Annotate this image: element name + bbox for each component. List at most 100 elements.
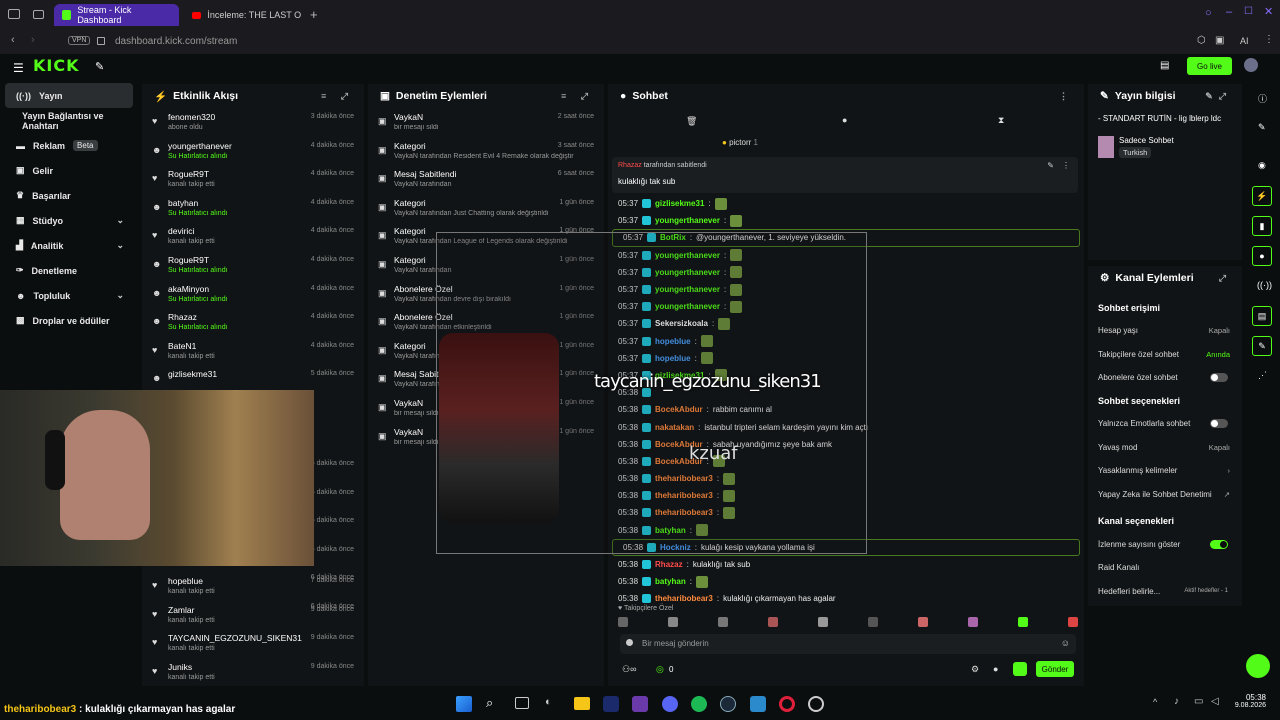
chat-input[interactable]: Bir mesaj gönderin ☺ [620, 634, 1076, 654]
show-viewers-toggle[interactable] [1210, 539, 1228, 549]
emote-icon[interactable] [768, 617, 778, 627]
chat-popout-icon[interactable]: ● [993, 664, 998, 674]
goals-row[interactable]: Hedefleri belirle... Aktif hedefler - 1 [1088, 580, 1242, 603]
maximize-icon[interactable]: ☐ [1244, 6, 1253, 17]
broadcast-icon[interactable]: ((·)) [1257, 280, 1272, 290]
help-chat-icon[interactable] [1246, 654, 1270, 678]
go-live-button[interactable]: Go live [1187, 57, 1232, 75]
chat-username[interactable]: youngerthanever [655, 216, 720, 225]
sidebar-item-gelir[interactable]: ▣ Gelir [0, 158, 138, 183]
chat-message[interactable]: 05:37 youngerthanever: [608, 212, 1084, 229]
adobe-icon[interactable] [603, 696, 619, 712]
tab-list-icon[interactable] [33, 10, 44, 19]
search-icon[interactable]: ⌕ [486, 695, 493, 711]
slow-mode-row[interactable]: Yavaş mod Kapalı [1088, 436, 1242, 459]
clock[interactable]: 05:38 9.08.2026 [1230, 693, 1266, 709]
reader-icon[interactable]: ▣ [1215, 35, 1224, 46]
chat-username[interactable]: theharibobear3 [655, 594, 713, 603]
info-icon[interactable]: ⓘ [1258, 92, 1267, 105]
trash-icon[interactable]: 🗑 [686, 116, 697, 127]
tag-badge[interactable]: Turkish [1119, 147, 1152, 158]
emote-icon[interactable] [618, 617, 628, 627]
banned-words-row[interactable]: Yasaklanmış kelimeler › [1088, 459, 1242, 482]
sidebar-item-basarilar[interactable]: ♛ Başarılar [0, 183, 138, 208]
tab-inceleme[interactable]: İnceleme: THE LAST OF US [184, 4, 309, 26]
remote-app-icon[interactable] [750, 696, 766, 712]
activity-item[interactable]: ☻ akaMinyon Su Hatırlatıcı alındı 4 dakika … [142, 280, 364, 309]
avatar[interactable] [1244, 58, 1258, 72]
emote-icon[interactable] [1018, 617, 1028, 627]
activity-item[interactable]: ♥ devirici kanalı takip etti 4 dakika önce [142, 222, 364, 251]
chat-username[interactable]: gizlisekme31 [655, 199, 704, 208]
activity-item[interactable]: ♥ fenomen320 abone oldu 3 dakika önce [142, 108, 364, 137]
chat-settings-icon[interactable]: ⚙ [971, 664, 979, 675]
emote-icon[interactable] [718, 617, 728, 627]
sidebar-item-reklam[interactable]: ▬ Reklam Beta [0, 133, 138, 158]
url-text[interactable]: dashboard.kick.com/stream [115, 36, 237, 47]
ai-button[interactable]: AI [1240, 36, 1249, 46]
discord-icon[interactable] [662, 696, 678, 712]
activity-item[interactable]: ♥ Zamlar kanalı takip etti 9 dakika önce [142, 601, 364, 630]
activity-item[interactable]: ♥ BateN1 kanalı takip etti 4 dakika önce [142, 337, 364, 366]
sidebar-item-topluluk[interactable]: ☻ Topluluk ⌄ [0, 283, 138, 308]
chat-message[interactable]: 05:38 Rhazaz: kulaklığı tak sub [608, 556, 1084, 573]
activity-item[interactable]: ♥ hopeblue kanalı takip etti 7 dakika önce [142, 572, 364, 601]
sidebar-item-denetleme[interactable]: ✑ Denetleme [0, 258, 138, 283]
filter-icon[interactable]: ≡ ⤢ [321, 91, 354, 102]
vpn-badge[interactable]: VPN [68, 36, 91, 45]
file-explorer-icon[interactable] [574, 697, 590, 710]
emote-icon[interactable] [668, 617, 678, 627]
stream-info-icon[interactable]: ▤ [1252, 306, 1272, 326]
wrench-icon[interactable]: ✎ [1252, 336, 1272, 356]
sidebar-item-droplar[interactable]: ▩ Droplar ve ödüller [0, 308, 138, 333]
ai-moderation-row[interactable]: Yapay Zeka ile Sohbet Denetimi ↗ [1088, 482, 1242, 505]
activity-item[interactable]: ♥ RogueR9T kanalı takip etti 4 dakika önce [142, 165, 364, 194]
task-view-icon[interactable] [515, 697, 529, 709]
send-button[interactable]: Gönder [1036, 661, 1074, 677]
chat-message[interactable]: 05:37 gizlisekme31: [608, 195, 1084, 212]
back-icon[interactable]: ‹ [11, 34, 15, 46]
edit-icon[interactable]: ✎ [1258, 122, 1266, 133]
sidebar-item-stream-key[interactable]: Yayın Bağlantısı ve Anahtarı [0, 108, 138, 133]
moderation-item[interactable]: ▣ Mesaj Sabitlendi VaykaN tarafından 6 saat… [368, 165, 604, 194]
tray-chevron-icon[interactable]: ^ [1153, 697, 1157, 707]
share-icon[interactable]: ⋰ [1258, 370, 1267, 381]
activity-item[interactable]: ♥ Juniks kanalı takip etti 9 dakika önce [142, 658, 364, 687]
moderation-item[interactable]: ▣ VaykaN bir mesajı sildi 2 saat önce [368, 108, 604, 137]
kick-emote-button[interactable] [1013, 662, 1027, 676]
chat-message[interactable]: 05:38 theharibobear3: kulaklığı çıkarmayan… [608, 590, 1084, 607]
activity-item[interactable]: ☻ Rhazaz Su Hatırlatıcı alındı 4 dakika önc… [142, 308, 364, 337]
activity-item[interactable]: ☻ batyhan Su Hatırlatıcı alındı 4 dakika ön… [142, 194, 364, 223]
spotify-icon[interactable] [691, 696, 707, 712]
new-tab-icon[interactable]: + [310, 7, 318, 22]
volume-icon[interactable]: ◁ [1211, 696, 1219, 707]
video-overlay[interactable]: taycanin_egzozunu_siken31 kzuaf [436, 232, 867, 554]
subscribers-only-toggle[interactable] [1210, 372, 1228, 382]
layout-icon[interactable]: ▤ [1160, 60, 1169, 71]
more-icon[interactable]: ⋮ [1264, 34, 1274, 45]
minimize-icon[interactable]: – [1226, 6, 1232, 18]
chat-icon[interactable]: ● [1252, 246, 1272, 266]
emote-icon[interactable] [868, 617, 878, 627]
moderation-item[interactable]: ▣ Kategori VaykaN tarafından Just Chatting… [368, 194, 604, 223]
search-tabs-icon[interactable]: ○ [1205, 7, 1212, 19]
moderation-item[interactable]: ▣ Kategori VaykaN tarafından Resident Evil… [368, 137, 604, 166]
emoji-icon[interactable]: ☺ [1061, 638, 1070, 648]
forward-icon[interactable]: › [31, 34, 35, 46]
followers-only-row[interactable]: Takipçilere özel sohbet Anında [1088, 342, 1242, 365]
opera-icon[interactable] [779, 696, 795, 712]
shield-icon[interactable]: ▮ [1252, 216, 1272, 236]
sidebar-item-yayin[interactable]: ((·)) Yayın [5, 83, 133, 108]
extensions-icon[interactable]: ⬡ [1197, 35, 1206, 46]
steam-icon[interactable] [720, 696, 736, 712]
points-icon[interactable]: ⚇∞ [622, 664, 636, 675]
activity-item[interactable]: ☻ RogueR9T Su Hatırlatıcı alındı 4 dakika ö… [142, 251, 364, 280]
emote-icon[interactable] [968, 617, 978, 627]
kick-logo[interactable]: KICK [33, 56, 80, 75]
sidebar-item-analitik[interactable]: ▟ Analitik ⌄ [0, 233, 138, 258]
filter-icon[interactable]: ≡ ⤢ [561, 91, 594, 102]
browser-menu-icon[interactable] [8, 9, 20, 19]
chat-bubble-icon[interactable]: ● [842, 115, 847, 125]
windows-start-icon[interactable] [456, 696, 472, 712]
emote-icon[interactable] [1068, 617, 1078, 627]
